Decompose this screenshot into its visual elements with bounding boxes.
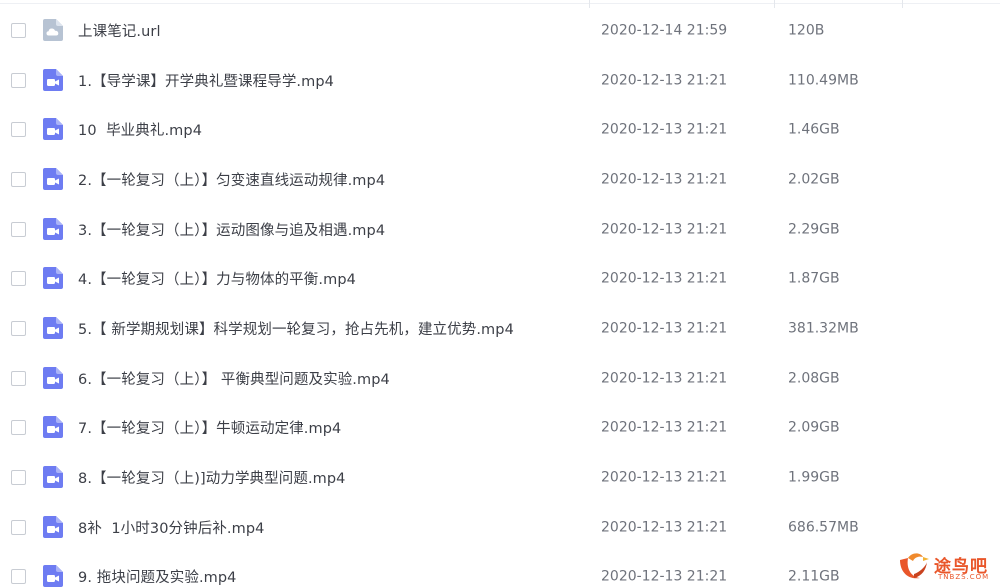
row-checkbox[interactable]: [11, 470, 26, 486]
file-modified-date: 2020-12-13 21:21: [601, 171, 728, 188]
file-row[interactable]: 9. 拖块问题及实验.mp4 2020-12-13 21:21 2.11GB: [0, 553, 1000, 588]
file-modified-date: 2020-12-13 21:21: [601, 469, 728, 486]
file-name[interactable]: 8补 1小时30分钟后补.mp4: [78, 517, 264, 538]
file-name[interactable]: 5.【 新学期规划课】科学规划一轮复习，抢占先机，建立优势.mp4: [78, 318, 514, 339]
video-file-icon: [42, 465, 64, 489]
file-name[interactable]: 7.【一轮复习（上）】牛顿运动定律.mp4: [78, 417, 341, 438]
file-modified-date: 2020-12-13 21:21: [601, 420, 728, 437]
file-modified-date: 2020-12-13 21:21: [601, 519, 728, 536]
file-size: 2.11GB: [788, 569, 840, 586]
file-name[interactable]: 2.【一轮复习（上）】匀变速直线运动规律.mp4: [78, 169, 385, 190]
file-modified-date: 2020-12-13 21:21: [601, 270, 728, 287]
row-checkbox[interactable]: [11, 271, 26, 287]
row-checkbox[interactable]: [11, 72, 26, 88]
video-file-icon: [42, 564, 64, 588]
row-checkbox[interactable]: [11, 420, 26, 436]
file-name[interactable]: 6.【一轮复习（上）】 平衡典型问题及实验.mp4: [78, 368, 390, 389]
file-row[interactable]: 6.【一轮复习（上）】 平衡典型问题及实验.mp4 2020-12-13 21:2…: [0, 354, 1000, 404]
header-divider: [0, 3, 1000, 4]
file-size: 2.02GB: [788, 171, 840, 188]
file-row[interactable]: 1.【导学课】开学典礼暨课程导学.mp4 2020-12-13 21:21 110.…: [0, 56, 1000, 106]
video-file-icon: [42, 167, 64, 191]
video-file-icon: [42, 266, 64, 290]
file-name[interactable]: 3.【一轮复习（上）】运动图像与追及相遇.mp4: [78, 219, 385, 240]
file-size: 1.87GB: [788, 270, 840, 287]
row-checkbox[interactable]: [11, 122, 26, 138]
row-checkbox[interactable]: [11, 370, 26, 386]
file-size: 381.32MB: [788, 320, 859, 337]
row-checkbox[interactable]: [11, 320, 26, 336]
file-row[interactable]: 上课笔记.url 2020-12-14 21:59 120B: [0, 6, 1000, 56]
watermark-logo: 途鸟吧 TNBZS.COM: [896, 548, 996, 584]
file-row[interactable]: 2.【一轮复习（上）】匀变速直线运动规律.mp4 2020-12-13 21:21…: [0, 155, 1000, 205]
video-file-icon: [42, 316, 64, 340]
file-modified-date: 2020-12-13 21:21: [601, 370, 728, 387]
video-file-icon: [42, 515, 64, 539]
file-size: 2.09GB: [788, 420, 840, 437]
row-checkbox[interactable]: [11, 221, 26, 237]
watermark-url: TNBZS.COM: [938, 573, 990, 581]
watermark-bird-icon: [900, 553, 929, 579]
file-row[interactable]: 7.【一轮复习（上）】牛顿运动定律.mp4 2020-12-13 21:21 2.0…: [0, 404, 1000, 454]
file-size: 110.49MB: [788, 72, 859, 89]
file-name[interactable]: 10 毕业典礼.mp4: [78, 119, 202, 140]
file-name[interactable]: 1.【导学课】开学典礼暨课程导学.mp4: [78, 70, 334, 91]
file-modified-date: 2020-12-13 21:21: [601, 569, 728, 586]
file-name[interactable]: 8.【一轮复习（上)]动力学典型问题.mp4: [78, 467, 346, 488]
file-modified-date: 2020-12-13 21:21: [601, 121, 728, 138]
file-size: 1.99GB: [788, 469, 840, 486]
video-file-icon: [42, 415, 64, 439]
file-size: 1.46GB: [788, 121, 840, 138]
file-browser-page: 上课笔记.url 2020-12-14 21:59 120B 1.【导学课】开学典礼暨…: [0, 0, 1000, 588]
file-row[interactable]: 8补 1小时30分钟后补.mp4 2020-12-13 21:21 686.57MB: [0, 503, 1000, 553]
video-file-icon: [42, 366, 64, 390]
file-row[interactable]: 10 毕业典礼.mp4 2020-12-13 21:21 1.46GB: [0, 105, 1000, 155]
video-file-icon: [42, 217, 64, 241]
file-size: 120B: [788, 22, 825, 39]
file-name[interactable]: 9. 拖块问题及实验.mp4: [78, 566, 237, 587]
file-size: 2.29GB: [788, 221, 840, 238]
file-size: 2.08GB: [788, 370, 840, 387]
file-modified-date: 2020-12-13 21:21: [601, 72, 728, 89]
row-checkbox[interactable]: [11, 519, 26, 535]
video-file-icon: [42, 117, 64, 141]
file-list: 上课笔记.url 2020-12-14 21:59 120B 1.【导学课】开学典礼暨…: [0, 6, 1000, 588]
file-row[interactable]: 5.【 新学期规划课】科学规划一轮复习，抢占先机，建立优势.mp4 2020-12…: [0, 304, 1000, 354]
file-name[interactable]: 4.【一轮复习（上）】力与物体的平衡.mp4: [78, 268, 356, 289]
link-file-icon: [42, 18, 64, 42]
file-size: 686.57MB: [788, 519, 859, 536]
file-row[interactable]: 8.【一轮复习（上)]动力学典型问题.mp4 2020-12-13 21:21 1.…: [0, 453, 1000, 503]
file-name[interactable]: 上课笔记.url: [78, 20, 161, 41]
file-modified-date: 2020-12-14 21:59: [601, 22, 728, 39]
row-checkbox[interactable]: [11, 569, 26, 585]
file-row[interactable]: 4.【一轮复习（上）】力与物体的平衡.mp4 2020-12-13 21:21 1.…: [0, 254, 1000, 304]
file-row[interactable]: 3.【一轮复习（上）】运动图像与追及相遇.mp4 2020-12-13 21:21…: [0, 205, 1000, 255]
row-checkbox[interactable]: [11, 22, 26, 38]
video-file-icon: [42, 68, 64, 92]
file-modified-date: 2020-12-13 21:21: [601, 320, 728, 337]
file-modified-date: 2020-12-13 21:21: [601, 221, 728, 238]
row-checkbox[interactable]: [11, 171, 26, 187]
